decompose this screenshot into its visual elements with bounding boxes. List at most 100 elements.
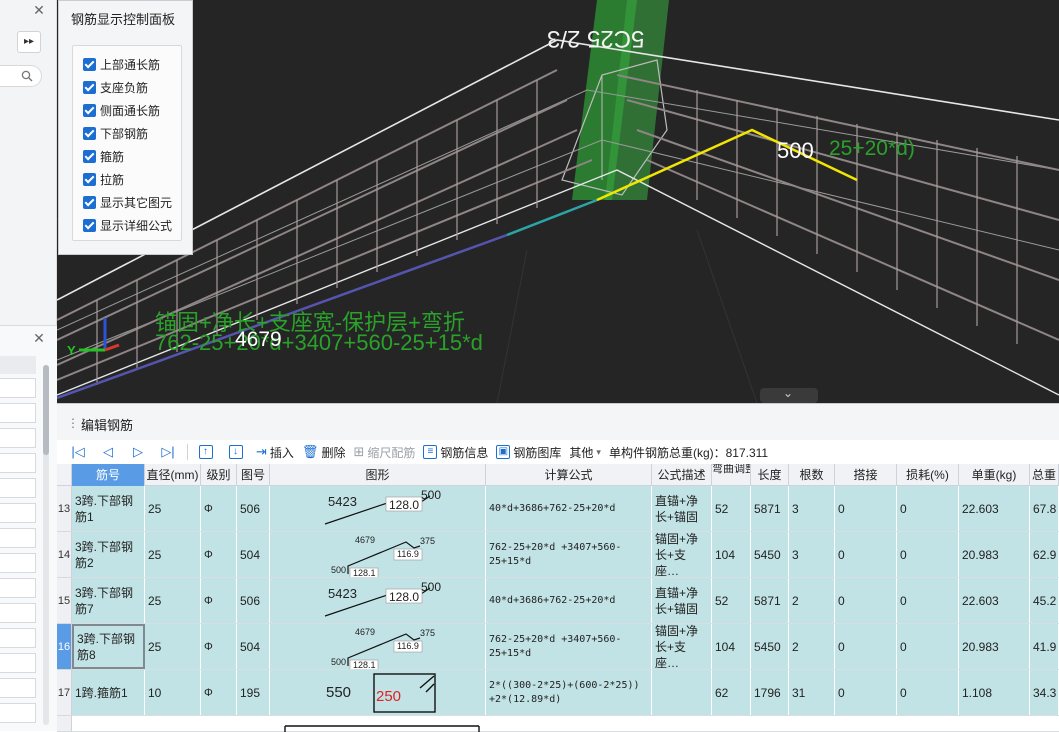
cell-length[interactable]: 5871 (751, 486, 789, 531)
column-header[interactable]: 搭接 (835, 464, 897, 486)
list-item[interactable] (0, 603, 36, 623)
cell-grade[interactable]: Φ (201, 578, 237, 623)
cell-shape[interactable]: 5423 128.0 500 (270, 486, 486, 531)
checkbox-checked-icon[interactable] (83, 172, 96, 186)
list-item[interactable] (0, 528, 36, 548)
cell-lap[interactable]: 0 (835, 624, 897, 669)
cell-count[interactable]: 2 (789, 624, 835, 669)
column-header[interactable]: 弯曲调整 (712, 464, 751, 486)
list-item[interactable] (0, 578, 36, 598)
checkbox-checked-icon[interactable] (83, 103, 96, 117)
column-header[interactable]: 长度 (751, 464, 789, 486)
cell-loss[interactable]: 0 (897, 624, 959, 669)
other-dropdown[interactable]: 其他 ▾ (565, 441, 605, 463)
cell-formula[interactable]: 2*((300-2*25)+(600-2*25)) +2*(12.89*d) (486, 670, 652, 715)
cell-unit-weight[interactable]: 20.983 (959, 532, 1030, 577)
cell-count[interactable]: 31 (789, 670, 835, 715)
cell-description[interactable]: 锚固+净长+支座… (652, 532, 712, 577)
row-number[interactable]: 13 (57, 486, 72, 532)
column-header[interactable]: 级别 (201, 464, 237, 486)
column-header[interactable]: 损耗(%) (897, 464, 959, 486)
list-item[interactable] (0, 478, 36, 498)
cell-loss[interactable]: 0 (897, 578, 959, 623)
checkbox-checked-icon[interactable] (83, 80, 96, 94)
cell-total-weight[interactable]: 45.2 (1030, 578, 1059, 623)
cell-length[interactable]: 5450 (751, 532, 789, 577)
cell-count[interactable]: 2 (789, 578, 835, 623)
cell-description[interactable]: 直锚+净长+锚固 (652, 486, 712, 531)
row-number[interactable] (57, 716, 72, 732)
row-number[interactable]: 14 (57, 532, 72, 578)
move-down-button[interactable]: ↓ (222, 441, 252, 463)
list-item[interactable] (0, 653, 36, 673)
option-show-formula[interactable]: 显示详细公式 (83, 216, 172, 234)
cell-diameter[interactable]: 25 (145, 624, 201, 669)
column-header[interactable]: 总重 (1030, 464, 1059, 486)
search-input[interactable] (0, 65, 42, 87)
cell-name[interactable]: 3跨.下部钢筋1 (72, 486, 145, 531)
cell-bend[interactable]: 52 (712, 486, 751, 531)
collapse-icon[interactable]: ⌄ (783, 386, 793, 400)
cell-shape[interactable]: 550 250 (270, 670, 486, 715)
prev-record-button[interactable]: ◁ (93, 441, 123, 463)
cell-unit-weight[interactable]: 22.603 (959, 578, 1030, 623)
option-top-continuous[interactable]: 上部通长筋 (83, 55, 160, 73)
table-row[interactable]: 3跨.下部钢筋7 25 Φ 506 5423 128.0 500 40*d+36… (72, 578, 1059, 624)
insert-button[interactable]: ⇥ 插入 (252, 441, 298, 463)
cell-figure-no[interactable]: 195 (237, 670, 270, 715)
checkbox-checked-icon[interactable] (83, 126, 96, 140)
checkbox-checked-icon[interactable] (83, 195, 96, 209)
cell-figure-no[interactable]: 506 (237, 578, 270, 623)
close-icon[interactable]: ✕ (32, 331, 46, 345)
cell-lap[interactable]: 0 (835, 578, 897, 623)
cell-bend[interactable]: 62 (712, 670, 751, 715)
scroll-thumb[interactable] (43, 365, 49, 455)
column-header[interactable]: 直径(mm) (145, 464, 201, 486)
cell-name[interactable]: 1跨.箍筋1 (72, 670, 145, 715)
list-item[interactable] (0, 453, 36, 473)
rebar-info-button[interactable]: ≡ 钢筋信息 (419, 441, 492, 463)
cell-lap[interactable]: 0 (835, 670, 897, 715)
scale-rebar-button[interactable]: ⊞ 缩尺配筋 (349, 441, 419, 463)
close-icon[interactable]: ✕ (32, 3, 46, 17)
list-item[interactable] (0, 628, 36, 648)
cell-figure-no[interactable]: 504 (237, 624, 270, 669)
column-header[interactable]: 公式描述 (652, 464, 712, 486)
option-show-other[interactable]: 显示其它图元 (83, 193, 172, 211)
cell-figure-no[interactable]: 506 (237, 486, 270, 531)
list-item[interactable] (0, 703, 36, 723)
cell-unit-weight[interactable]: 1.108 (959, 670, 1030, 715)
option-support-negative[interactable]: 支座负筋 (83, 78, 148, 96)
cell-name[interactable]: 3跨.下部钢筋2 (72, 532, 145, 577)
list-item[interactable] (0, 403, 36, 423)
list-item[interactable] (0, 428, 36, 448)
cell-grade[interactable]: Φ (201, 670, 237, 715)
cell-length[interactable]: 1796 (751, 670, 789, 715)
cell-description[interactable] (652, 670, 712, 715)
cell-shape[interactable]: 4679 375 116.9 500 128.1 (270, 624, 486, 669)
cell-diameter[interactable]: 10 (145, 670, 201, 715)
checkbox-checked-icon[interactable] (83, 149, 96, 163)
table-row[interactable]: 1跨.箍筋1 10 Φ 195 550 250 2*((300-2*25)+(6… (72, 670, 1059, 716)
table-row[interactable]: 3跨.下部钢筋1 25 Φ 506 5423 128.0 500 40*d+36… (72, 486, 1059, 532)
list-item[interactable] (0, 503, 36, 523)
list-item[interactable] (0, 378, 36, 398)
cell-total-weight[interactable]: 62.9 (1030, 532, 1059, 577)
option-tie-bar[interactable]: 拉筋 (83, 170, 124, 188)
option-bottom-rebar[interactable]: 下部钢筋 (83, 124, 148, 142)
cell-diameter[interactable]: 25 (145, 532, 201, 577)
cell-count[interactable]: 3 (789, 532, 835, 577)
cell-shape[interactable]: 5423 128.0 500 (270, 578, 486, 623)
cell-figure-no[interactable]: 504 (237, 532, 270, 577)
cell-formula[interactable]: 762-25+20*d +3407+560-25+15*d (486, 532, 652, 577)
cell-formula[interactable]: 762-25+20*d +3407+560-25+15*d (486, 624, 652, 669)
cell-unit-weight[interactable]: 22.603 (959, 486, 1030, 531)
cell-name[interactable]: 3跨.下部钢筋8 (72, 624, 145, 669)
cell-bend[interactable]: 104 (712, 532, 751, 577)
cell-count[interactable]: 3 (789, 486, 835, 531)
column-header[interactable]: 图形 (270, 464, 486, 486)
cell-description[interactable]: 直锚+净长+锚固 (652, 578, 712, 623)
table-row[interactable]: 3跨.下部钢筋8 25 Φ 504 4679 375 116.9 500 128… (72, 624, 1059, 670)
cell-loss[interactable]: 0 (897, 532, 959, 577)
first-record-button[interactable]: |◁ (63, 441, 93, 463)
